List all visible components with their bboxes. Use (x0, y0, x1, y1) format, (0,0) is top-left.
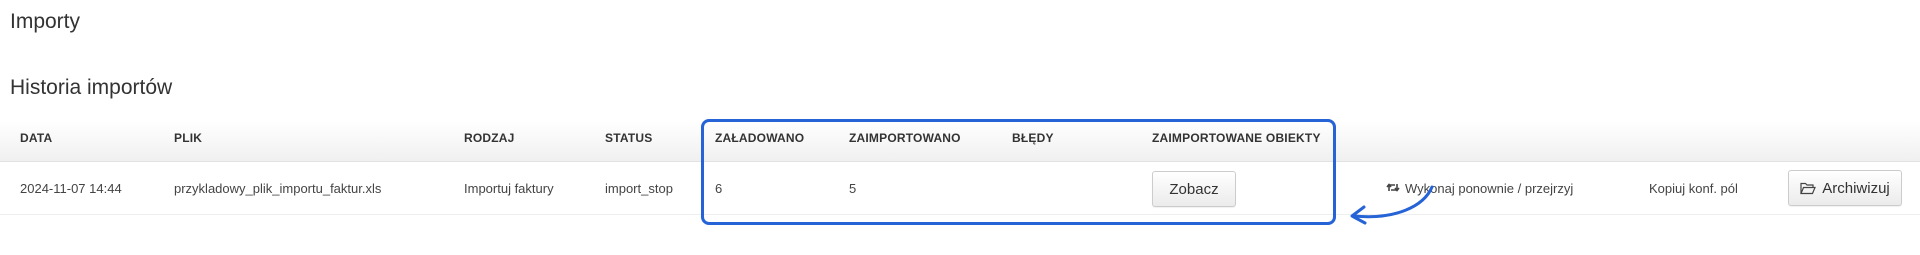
column-header-status: STATUS (605, 131, 653, 145)
highlight-box (701, 119, 1336, 225)
column-header-date: DATA (20, 131, 53, 145)
column-header-file: PLIK (174, 131, 203, 145)
cell-type: Importuj faktury (464, 181, 554, 196)
cell-status: import_stop (605, 181, 673, 196)
archive-button-label: Archiwizuj (1822, 179, 1890, 197)
column-header-type: RODZAJ (464, 131, 515, 145)
archive-button[interactable]: Archiwizuj (1788, 170, 1902, 206)
annotation-arrow (1350, 185, 1434, 225)
folder-open-icon (1800, 182, 1817, 195)
copy-field-config-link[interactable]: Kopiuj konf. pól (1649, 181, 1738, 196)
cell-date: 2024-11-07 14:44 (20, 181, 122, 196)
page-title: Importy (10, 10, 81, 33)
cell-file: przykladowy_plik_importu_faktur.xls (174, 181, 382, 196)
section-title: Historia importów (10, 76, 173, 99)
